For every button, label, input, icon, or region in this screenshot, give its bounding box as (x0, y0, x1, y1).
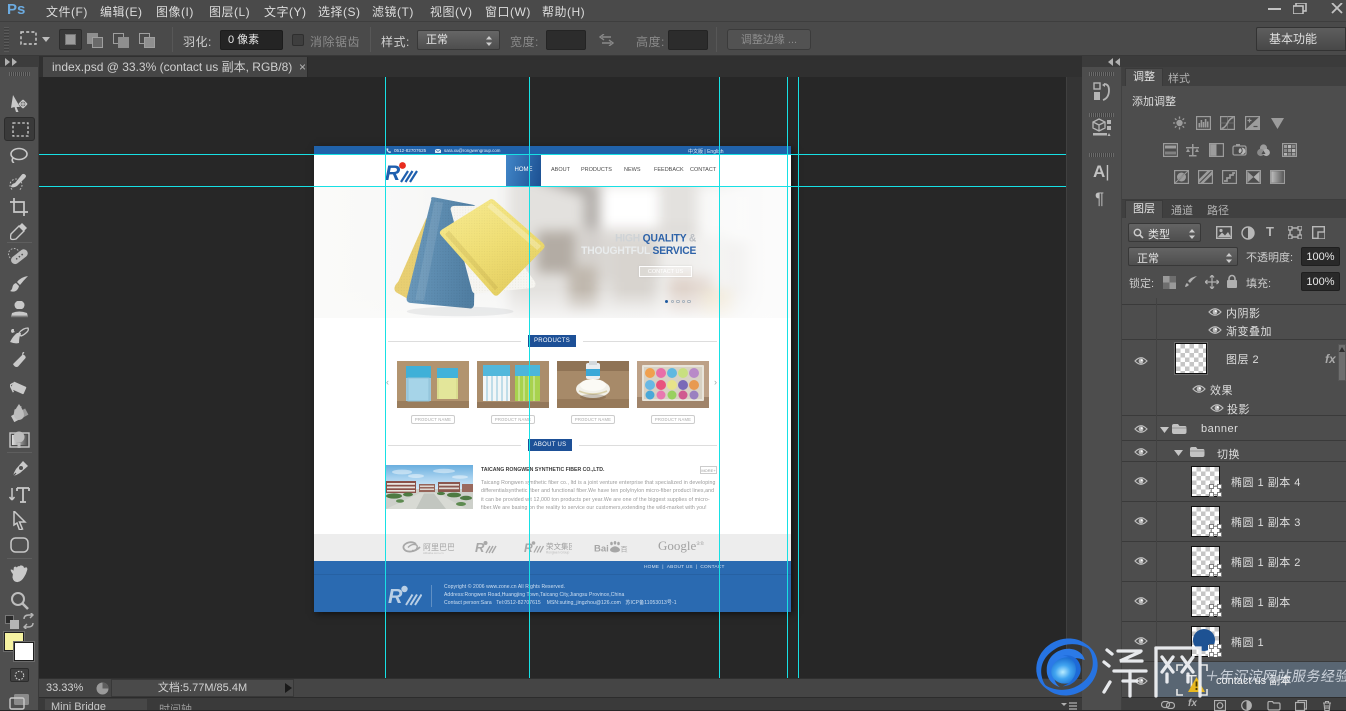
svg-text:R: R (388, 586, 403, 608)
svg-text:百度: 百度 (621, 545, 629, 554)
svg-text:R: R (475, 540, 485, 555)
svg-text:荣文集团: 荣文集团 (546, 541, 572, 551)
svg-text:Rongwen Group: Rongwen Group (546, 551, 569, 555)
svg-text:Alibaba.com.cn: Alibaba.com.cn (423, 551, 444, 555)
svg-text:R: R (385, 162, 401, 185)
svg-text:Bai: Bai (594, 544, 609, 555)
